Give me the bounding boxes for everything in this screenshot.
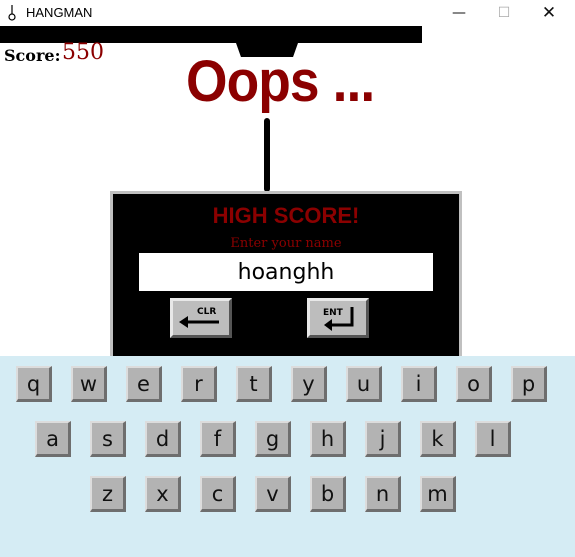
clear-button[interactable]: CLR <box>170 298 232 338</box>
key-f[interactable]: f <box>200 421 236 457</box>
score-value: 550 <box>62 40 104 65</box>
enter-button[interactable]: ENT <box>307 298 369 338</box>
key-y[interactable]: y <box>291 366 327 402</box>
letter-keyboard: qwertyuiop asdfghjkl zxcvbnm <box>0 356 575 557</box>
gallows-rope <box>264 118 270 192</box>
game-over-banner: Oops ... <box>186 49 375 114</box>
key-b[interactable]: b <box>310 476 346 512</box>
window-title: HANGMAN <box>26 5 93 20</box>
key-h[interactable]: h <box>310 421 346 457</box>
key-v[interactable]: v <box>255 476 291 512</box>
key-n[interactable]: n <box>365 476 401 512</box>
name-prompt: Enter your name <box>230 236 342 251</box>
key-k[interactable]: k <box>420 421 456 457</box>
key-e[interactable]: e <box>126 366 162 402</box>
high-score-title: HIGH SCORE! <box>212 203 360 228</box>
key-w[interactable]: w <box>71 366 107 402</box>
key-q[interactable]: q <box>16 366 52 402</box>
key-m[interactable]: m <box>420 476 456 512</box>
hangman-app-icon <box>8 5 16 21</box>
minimize-button[interactable]: — <box>436 0 482 26</box>
key-o[interactable]: o <box>456 366 492 402</box>
key-a[interactable]: a <box>35 421 71 457</box>
key-t[interactable]: t <box>236 366 272 402</box>
key-u[interactable]: u <box>346 366 382 402</box>
key-s[interactable]: s <box>90 421 126 457</box>
return-arrow-icon <box>324 307 354 331</box>
maximize-button[interactable]: ☐ <box>481 0 527 26</box>
player-name-input[interactable] <box>139 253 433 291</box>
key-z[interactable]: z <box>90 476 126 512</box>
back-arrow-icon <box>179 316 219 328</box>
key-x[interactable]: x <box>145 476 181 512</box>
key-j[interactable]: j <box>365 421 401 457</box>
high-score-panel: HIGH SCORE! Enter your name CLR ENT <box>110 191 462 363</box>
key-d[interactable]: d <box>145 421 181 457</box>
close-button[interactable]: ✕ <box>526 0 572 26</box>
title-bar: HANGMAN — ☐ ✕ <box>0 0 575 26</box>
score-label: Score: <box>4 46 61 65</box>
key-r[interactable]: r <box>181 366 217 402</box>
key-c[interactable]: c <box>200 476 236 512</box>
key-p[interactable]: p <box>511 366 547 402</box>
key-l[interactable]: l <box>475 421 511 457</box>
key-g[interactable]: g <box>255 421 291 457</box>
key-i[interactable]: i <box>401 366 437 402</box>
